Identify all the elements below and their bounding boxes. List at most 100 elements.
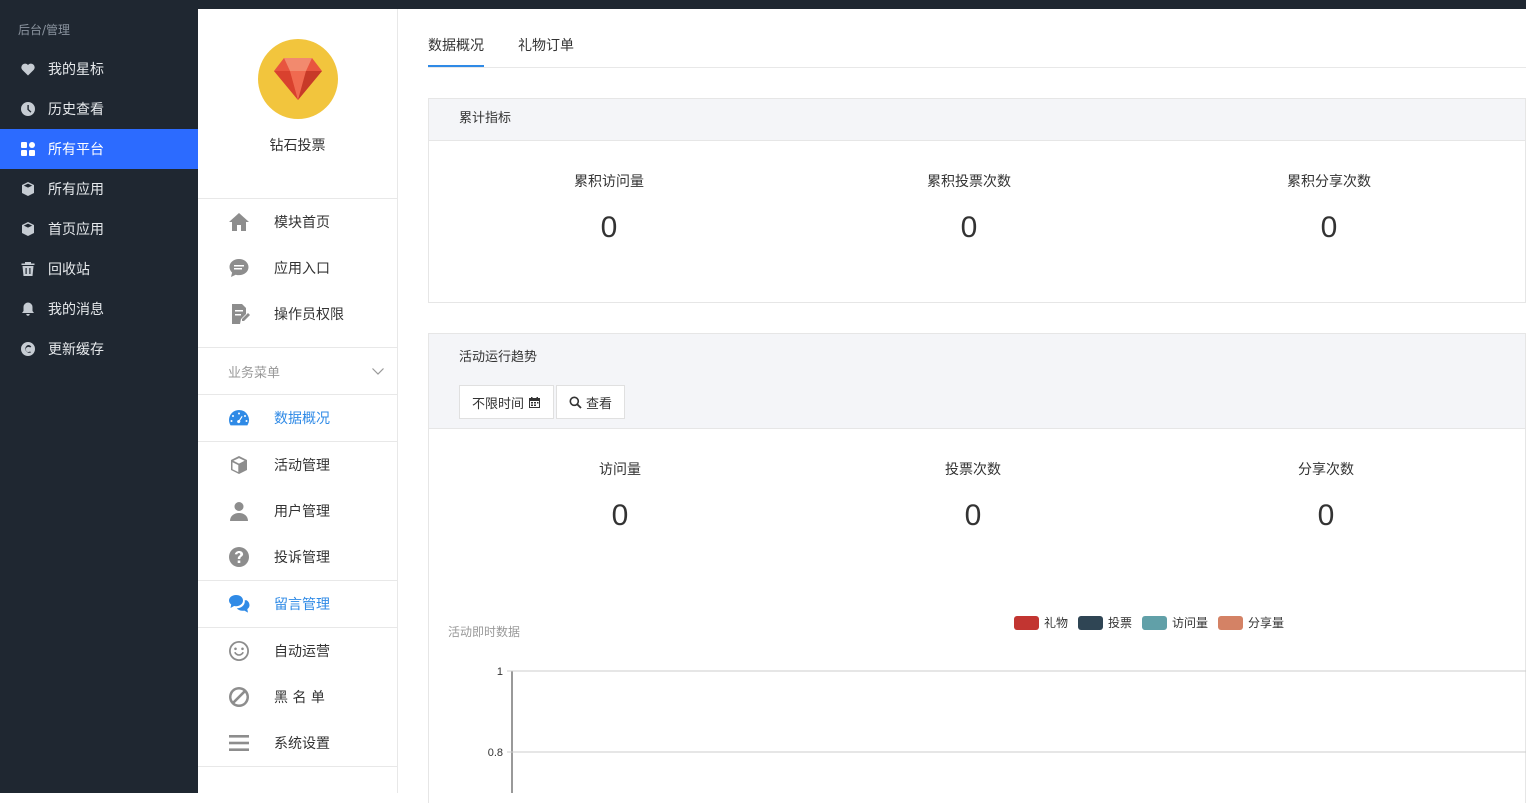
stat-value: 0 — [1317, 499, 1335, 532]
cube-icon — [20, 221, 36, 237]
stat-total-votes: 累积投票次数 0 — [869, 171, 1069, 245]
stat-visits: 访问量 0 — [520, 459, 720, 533]
menu-item-activity-management[interactable]: 活动管理 — [198, 442, 397, 488]
menu-item-user-management[interactable]: 用户管理 — [198, 488, 397, 534]
menu-item-auto-operation[interactable]: 自动运营 — [198, 628, 397, 674]
menu-item-module-home[interactable]: 模块首页 — [198, 199, 397, 245]
menu-item-system-settings[interactable]: 系统设置 — [198, 720, 397, 766]
legend-label: 分享量 — [1248, 616, 1285, 630]
sidebar-item-label: 我的消息 — [48, 302, 104, 318]
trend-panel-header: 活动运行趋势 不限时间 查看 — [429, 334, 1525, 429]
top-bar — [0, 0, 1526, 9]
sidebar-item-messages[interactable]: 我的消息 — [0, 289, 198, 329]
chart-legend: 礼物 投票 访问量 分享量 — [1014, 614, 1294, 631]
grid-icon — [20, 141, 36, 157]
business-menu-header[interactable]: 业务菜单 — [198, 347, 397, 395]
legend-item-votes[interactable]: 投票 — [1078, 614, 1132, 631]
sidebar-item-label: 回收站 — [48, 262, 90, 278]
menu-item-label: 自动运营 — [274, 644, 330, 660]
legend-swatch — [1142, 615, 1168, 630]
menu-item-label: 用户管理 — [274, 504, 330, 520]
legend-item-visits[interactable]: 访问量 — [1142, 614, 1208, 631]
heart-icon — [20, 61, 36, 77]
stat-value: 0 — [964, 499, 982, 532]
cube-icon — [228, 454, 250, 476]
cube-icon — [20, 181, 36, 197]
menu-item-label: 模块首页 — [274, 215, 330, 231]
stat-value: 0 — [611, 499, 629, 532]
sidebar-item-label: 首页应用 — [48, 222, 104, 238]
chevron-down-icon — [372, 368, 384, 375]
sidebar-item-label: 更新缓存 — [48, 342, 104, 358]
chat-icon — [228, 257, 250, 279]
menu-icon — [228, 732, 250, 754]
stat-label: 累积分享次数 — [1287, 174, 1371, 190]
tab-gift-orders[interactable]: 礼物订单 — [518, 9, 574, 67]
stat-total-shares: 累积分享次数 0 — [1229, 171, 1429, 245]
menu-item-data-overview[interactable]: 数据概况 — [198, 395, 397, 441]
sidebar-item-recycle-bin[interactable]: 回收站 — [0, 249, 198, 289]
stat-value: 0 — [960, 211, 978, 244]
panel-title: 累计指标 — [429, 99, 1525, 141]
cumulative-stats: 累积访问量 0 累积投票次数 0 累积分享次数 0 — [429, 141, 1525, 303]
menu-item-label: 操作员权限 — [274, 307, 344, 323]
tab-bar: 数据概况 礼物订单 — [428, 9, 608, 67]
menu-item-blacklist[interactable]: 黑 名 单 — [198, 674, 397, 720]
legend-label: 访问量 — [1172, 616, 1209, 630]
sidebar-item-history[interactable]: 历史查看 — [0, 89, 198, 129]
calendar-icon — [529, 396, 541, 408]
sidebar-item-all-platforms[interactable]: 所有平台 — [0, 129, 198, 169]
question-icon — [228, 546, 250, 568]
stat-label: 累积投票次数 — [927, 174, 1011, 190]
stat-value: 0 — [600, 211, 618, 244]
diamond-icon — [273, 58, 322, 100]
menu-item-label: 投诉管理 — [274, 550, 330, 566]
sidebar-item-home-apps[interactable]: 首页应用 — [0, 209, 198, 249]
trend-panel: 活动运行趋势 不限时间 查看 访问量 0 投票次数 0 分享次数 0 — [428, 333, 1526, 803]
module-name: 钻石投票 — [269, 138, 326, 154]
module-header: 钻石投票 — [198, 39, 397, 199]
home-icon — [228, 211, 250, 233]
tab-divider — [428, 67, 1526, 68]
dashboard-icon — [228, 407, 250, 429]
sidebar-item-refresh-cache[interactable]: 更新缓存 — [0, 329, 198, 369]
menu-item-message-management[interactable]: 留言管理 — [198, 581, 397, 627]
stat-value: 0 — [1320, 211, 1338, 244]
bell-icon — [20, 301, 36, 317]
menu-item-label: 留言管理 — [274, 597, 330, 613]
legend-item-shares[interactable]: 分享量 — [1218, 614, 1284, 631]
sidebar-item-label: 所有平台 — [48, 142, 104, 158]
module-logo — [257, 39, 338, 119]
legend-swatch — [1014, 615, 1039, 630]
comments-icon — [228, 593, 250, 615]
group-title: 业务菜单 — [228, 365, 281, 381]
legend-swatch — [1218, 615, 1244, 630]
sidebar-item-all-apps[interactable]: 所有应用 — [0, 169, 198, 209]
stat-votes: 投票次数 0 — [873, 459, 1073, 533]
trend-stats: 访问量 0 投票次数 0 分享次数 0 — [429, 429, 1525, 589]
sidebar-item-starred[interactable]: 我的星标 — [0, 49, 198, 89]
time-range-button[interactable]: 不限时间 — [459, 385, 555, 419]
button-label: 不限时间 — [472, 396, 525, 412]
sidebar-item-label: 历史查看 — [48, 102, 104, 118]
tab-data-overview[interactable]: 数据概况 — [428, 9, 484, 67]
search-icon — [569, 396, 582, 409]
menu-item-label: 活动管理 — [274, 458, 330, 474]
menu-item-app-entry[interactable]: 应用入口 — [198, 245, 397, 291]
stat-total-visits: 累积访问量 0 — [509, 171, 709, 245]
ban-icon — [228, 686, 250, 708]
module-menu: 钻石投票 模块首页 应用入口 操作员权限 业务菜单 数据概况 活动管理 用户管理… — [198, 9, 398, 793]
menu-item-operator-permissions[interactable]: 操作员权限 — [198, 291, 397, 337]
legend-swatch — [1078, 615, 1104, 630]
menu-item-complaint-management[interactable]: 投诉管理 — [198, 534, 397, 580]
legend-label: 投票 — [1108, 616, 1133, 630]
stat-label: 访问量 — [599, 462, 641, 478]
smile-icon — [228, 640, 250, 662]
stat-shares: 分享次数 0 — [1226, 459, 1426, 533]
trash-icon — [20, 261, 36, 277]
view-button[interactable]: 查看 — [556, 385, 626, 419]
legend-item-gift[interactable]: 礼物 — [1014, 614, 1068, 631]
edit-doc-icon — [228, 303, 250, 325]
menu-item-label: 数据概况 — [274, 411, 330, 427]
admin-sidebar: 后台/管理 我的星标 历史查看 所有平台 所有应用 首页应用 回收站 我的消息 … — [0, 9, 198, 793]
